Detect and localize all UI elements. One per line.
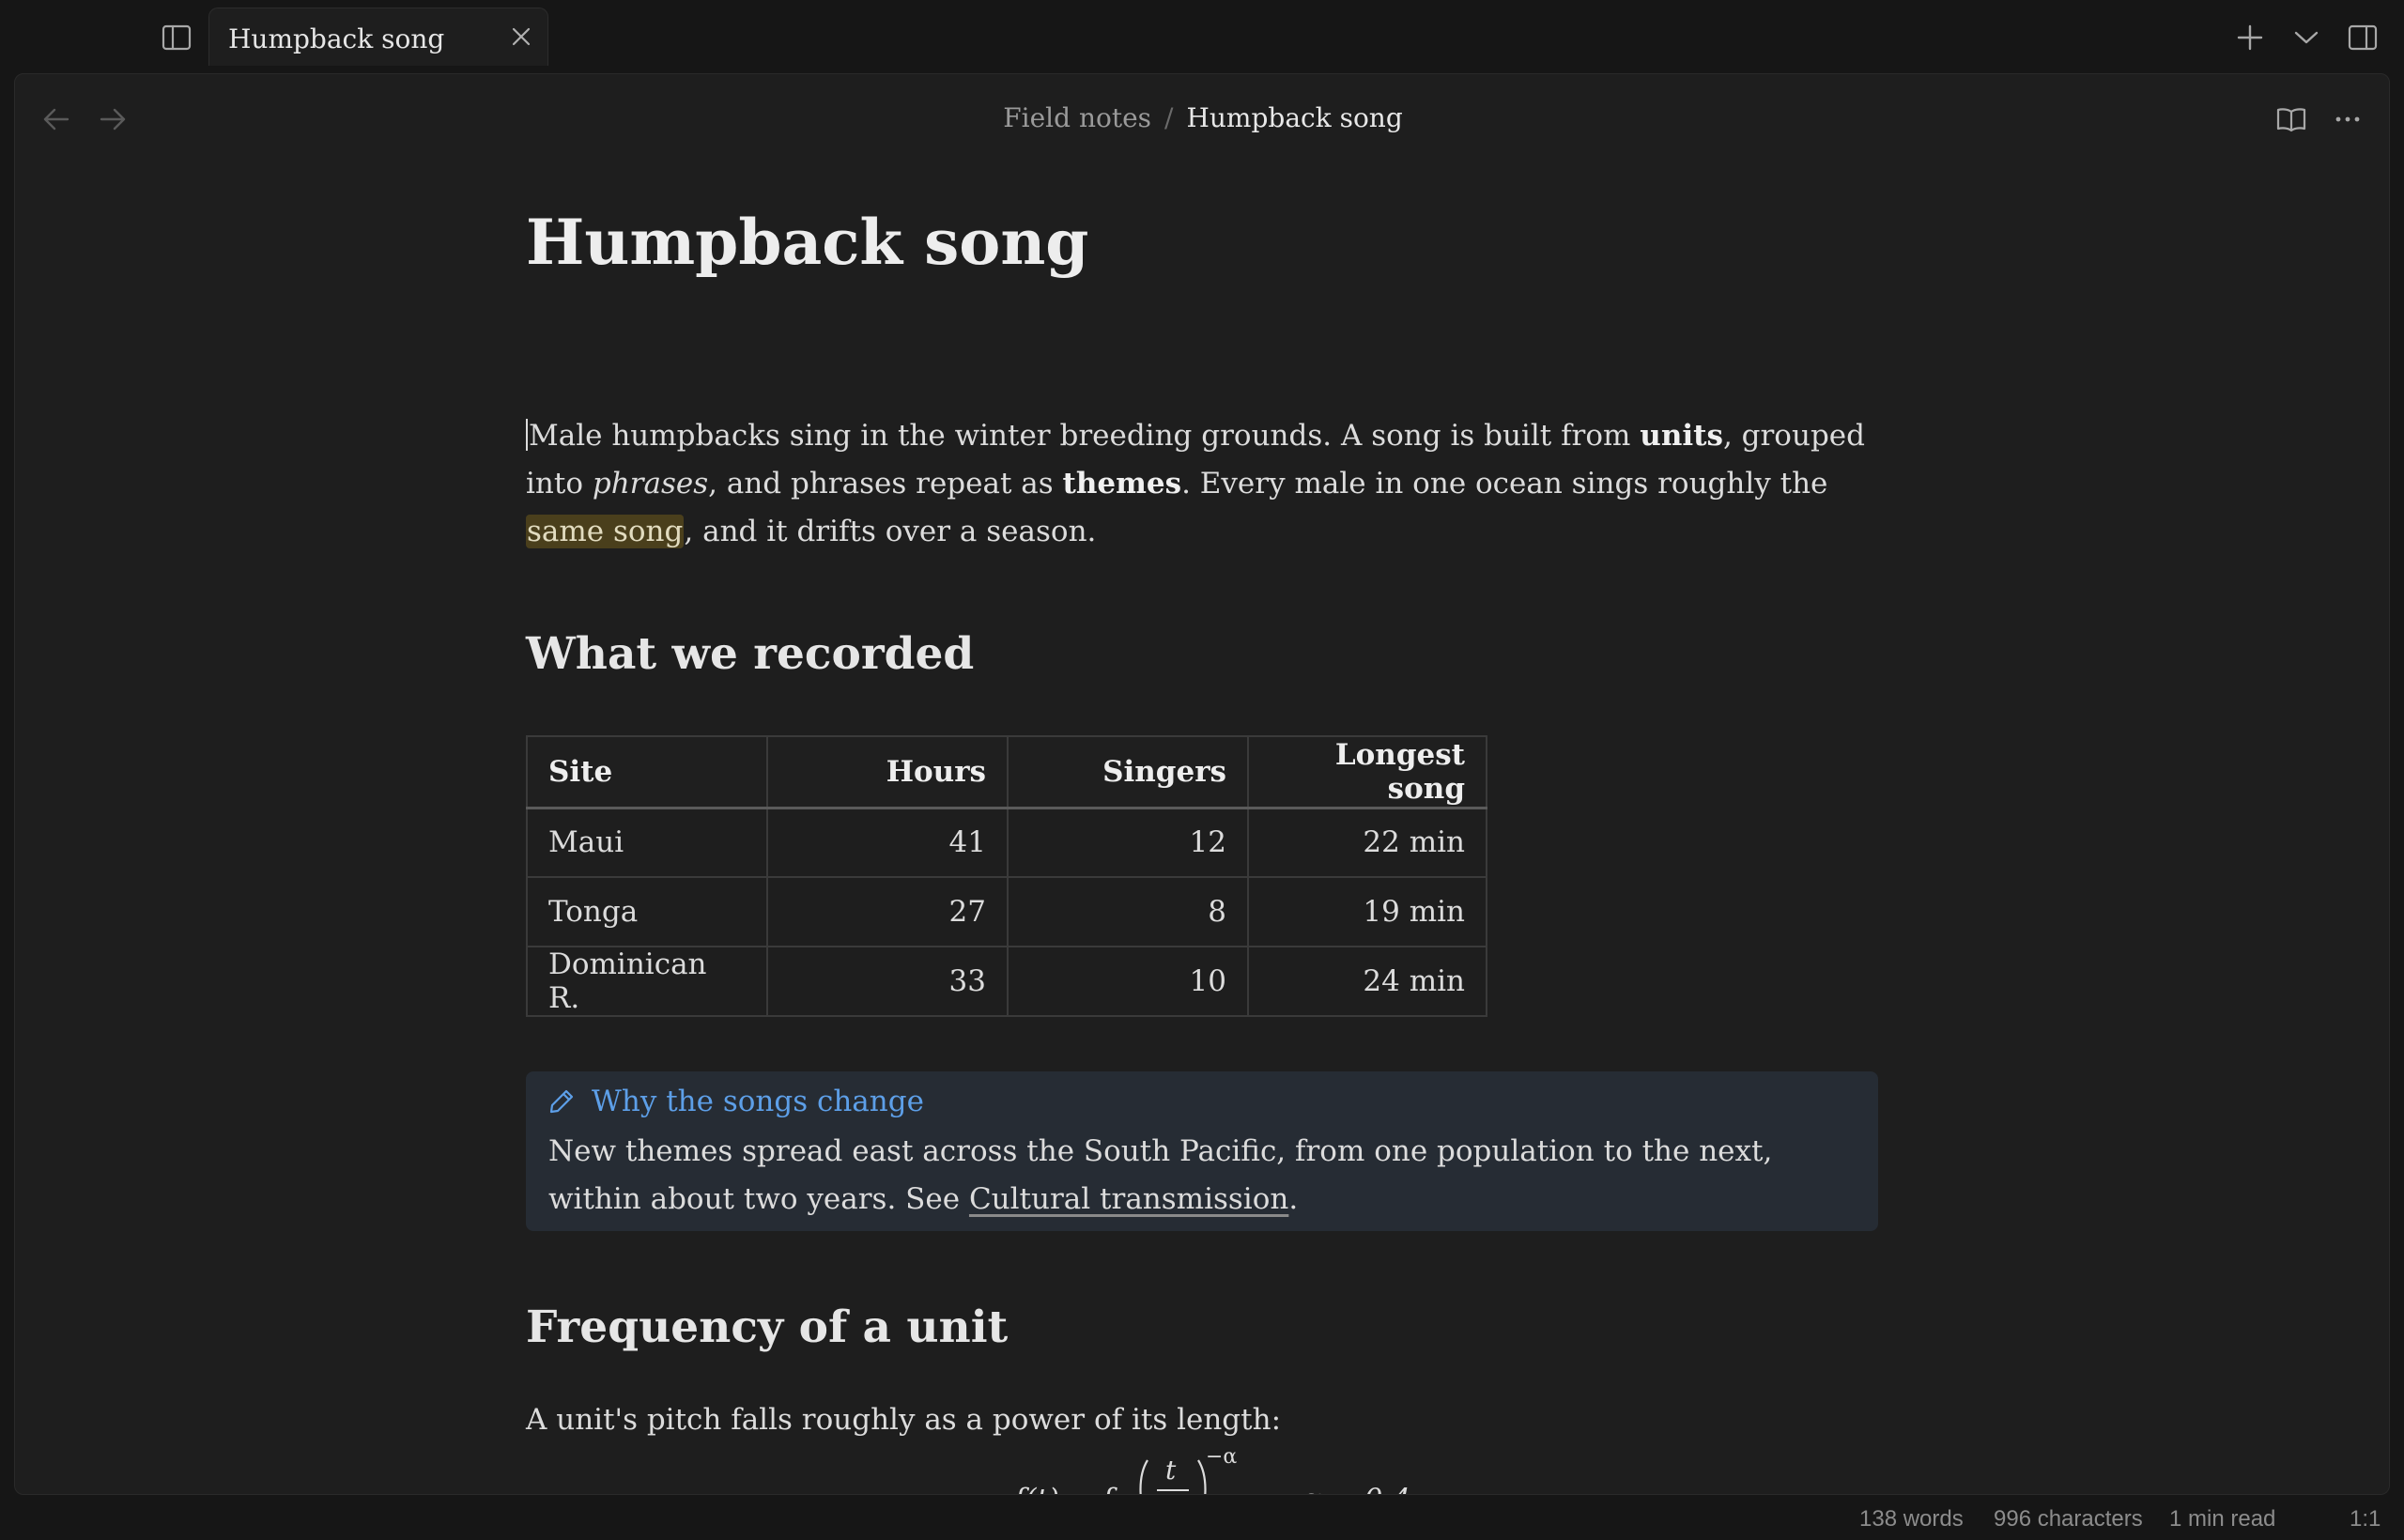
intro-text: , and it drifts over a season. [684, 515, 1097, 548]
table-cell: 22 min [1247, 807, 1487, 878]
highlighted-text: same song [526, 515, 685, 548]
table-cell: 8 [1007, 876, 1249, 947]
heading-frequency-of-a-unit: Frequency of a unit [526, 1301, 1009, 1353]
table-cell: 33 [766, 946, 1009, 1017]
formula-rhs: α ≈ 0.4 [1302, 1483, 1410, 1494]
bold-units: units [1640, 419, 1723, 453]
italic-phrases: phrases [592, 467, 709, 500]
callout-title-text: Why the songs change [592, 1085, 924, 1118]
table-cell: Maui [526, 807, 768, 878]
table-cell: 12 [1007, 807, 1249, 878]
note-content[interactable]: Humpback song Male humpbacks sing in the… [526, 206, 1878, 1494]
tab-title: Humpback song [228, 23, 445, 54]
book-open-icon[interactable] [2273, 100, 2310, 138]
table-cell: Tonga [526, 876, 768, 947]
sidebar-toggle-icon[interactable] [158, 21, 195, 54]
paragraph: A unit's pitch falls roughly as a power … [526, 1403, 1282, 1437]
table-header: Longest song [1247, 735, 1487, 809]
title-bar: Humpback song [0, 0, 2404, 71]
plus-icon[interactable] [2231, 19, 2269, 56]
intro-paragraph: Male humpbacks sing in the winter breedi… [526, 412, 1878, 556]
callout-body: New themes spread east across the South … [548, 1128, 1856, 1224]
reading-time[interactable]: 1 min read [2169, 1506, 2275, 1532]
intro-text: , and phrases repeat as [708, 467, 1063, 500]
table-cell: 41 [766, 807, 1009, 878]
formula-lhs: f(t) = f [1014, 1483, 1113, 1494]
callout-title[interactable]: Why the songs change [548, 1083, 1856, 1120]
breadcrumb-current[interactable]: Humpback song [1186, 102, 1402, 133]
table-header: Hours [766, 735, 1009, 809]
character-count[interactable]: 996 characters [1994, 1506, 2143, 1532]
table-header: Site [526, 735, 768, 809]
heading-what-we-recorded: What we recorded [526, 628, 975, 680]
internal-link[interactable]: Cultural transmission [969, 1182, 1288, 1216]
table-header: Singers [1007, 735, 1249, 809]
table-cell: 27 [766, 876, 1009, 947]
breadcrumb-parent[interactable]: Field notes [1003, 102, 1151, 133]
pencil-icon [548, 1086, 578, 1116]
breadcrumb: Field notes / Humpback song [15, 102, 2389, 133]
text-cursor [526, 419, 528, 451]
bold-themes: themes [1062, 467, 1182, 500]
formula-comma: , [1245, 1483, 1255, 1494]
callout-text: . [1288, 1182, 1299, 1216]
table-header-row: Site Hours Singers Longest song [526, 735, 1487, 809]
table-cell: 10 [1007, 946, 1249, 1017]
intro-text: . Every male in one ocean sings roughly … [1181, 467, 1828, 500]
table-row: Maui 41 12 22 min [526, 807, 1487, 878]
more-options-icon[interactable] [2329, 100, 2366, 138]
breadcrumb-separator: / [1164, 102, 1174, 133]
table-row: Tonga 27 8 19 min [526, 876, 1487, 947]
word-count[interactable]: 138 words [1859, 1506, 1964, 1532]
table-cell: 24 min [1247, 946, 1487, 1017]
right-sidebar-icon[interactable] [2344, 19, 2381, 56]
close-icon[interactable] [508, 23, 534, 50]
callout-note: Why the songs change New themes spread e… [526, 1071, 1878, 1231]
note-title: Humpback song [526, 206, 1089, 279]
intro-text: Male humpbacks sing in the winter breedi… [529, 419, 1641, 453]
recordings-table: Site Hours Singers Longest song Maui 41 … [526, 735, 1487, 1017]
status-bar: 138 words 996 characters 1 min read 1:1 [0, 1499, 2404, 1540]
tab-humpback-song[interactable]: Humpback song [208, 8, 548, 66]
formula-numerator: t [1165, 1455, 1177, 1486]
table-cell: 19 min [1247, 876, 1487, 947]
chevron-down-icon[interactable] [2288, 19, 2325, 56]
table-cell: Dominican R. [526, 946, 768, 1017]
formula-exponent: −α [1206, 1445, 1238, 1469]
table-row: Dominican R. 33 10 24 min [526, 946, 1487, 1017]
cursor-position[interactable]: 1:1 [2350, 1506, 2381, 1532]
editor-pane: Field notes / Humpback song Humpback song … [14, 73, 2390, 1495]
